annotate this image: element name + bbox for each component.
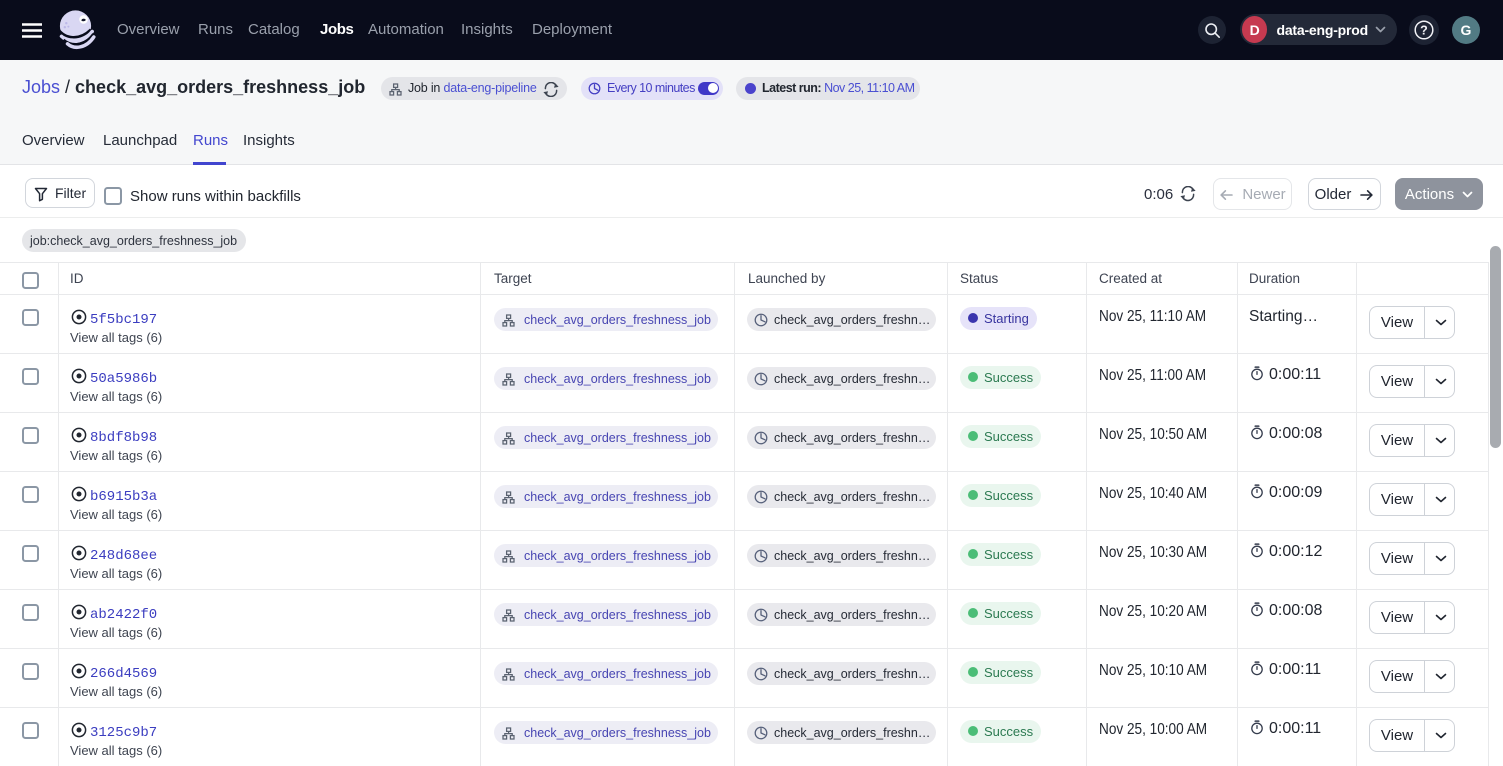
svg-text:?: ? [1420,23,1428,37]
